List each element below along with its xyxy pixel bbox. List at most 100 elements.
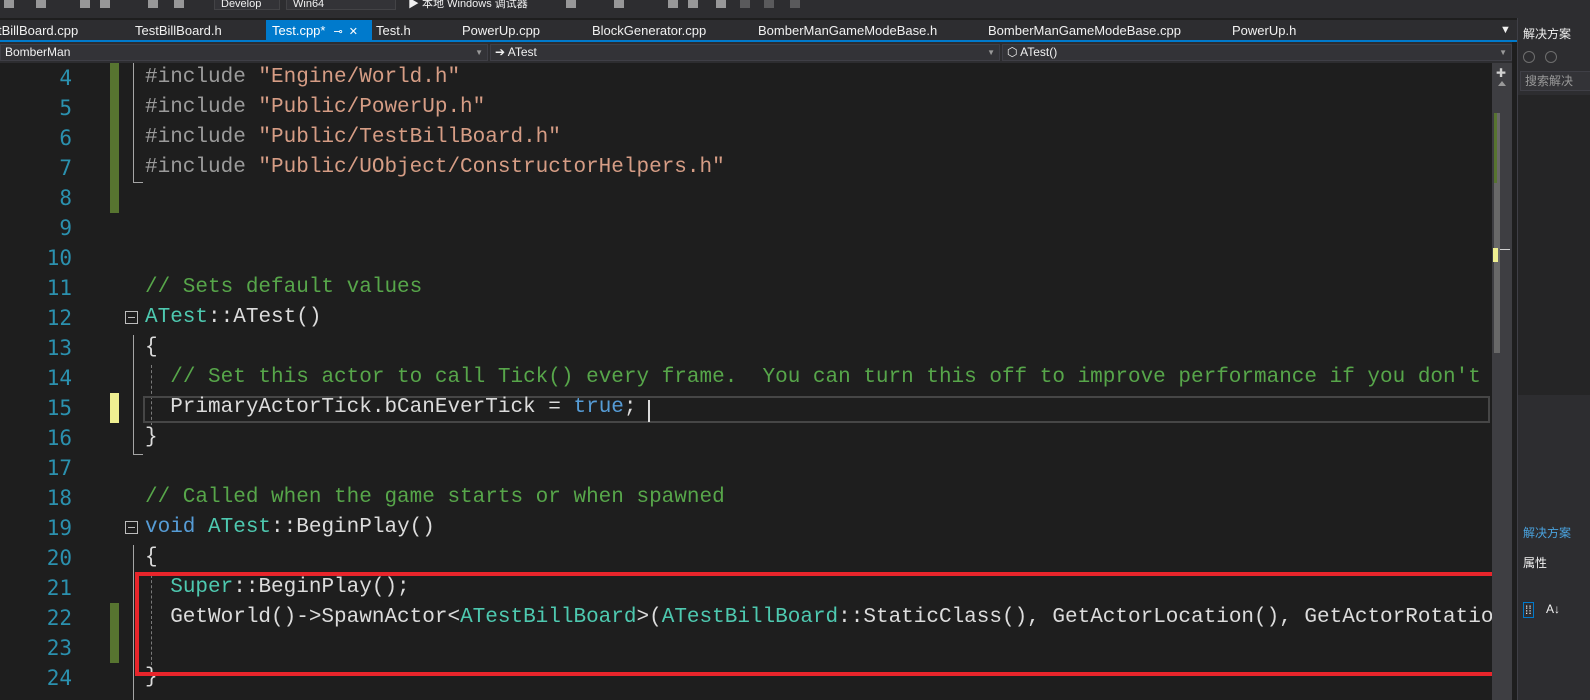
code-line[interactable]: 12 ATest::ATest() <box>0 303 1492 333</box>
code-token: () <box>409 516 435 539</box>
line-number: 4 <box>59 66 72 90</box>
code-text: // Called when the game starts or when s… <box>145 483 725 513</box>
solution-explorer-tab[interactable]: 解决方案 <box>1523 524 1571 541</box>
code-token: #include <box>145 126 259 149</box>
platform-dropdown[interactable]: Win64 <box>286 0 396 10</box>
indent-icon[interactable] <box>668 0 678 8</box>
line-number: 24 <box>46 666 72 690</box>
code-line[interactable]: 15 PrimaryActorTick.bCanEverTick = true; <box>0 393 1492 423</box>
redo-icon[interactable] <box>174 0 184 8</box>
tab-test-h[interactable]: Test.h <box>376 20 411 40</box>
properties-title: 属性 <box>1523 556 1548 570</box>
code-line[interactable]: 11 // Sets default values <box>0 273 1492 303</box>
code-line[interactable]: 17 <box>0 453 1492 483</box>
pin-icon[interactable]: ⊸ <box>333 26 342 38</box>
bookmark-next-icon[interactable] <box>764 0 774 8</box>
bookmark-icon[interactable] <box>716 0 726 8</box>
scope-dropdown[interactable]: ➔ ATest ▼ <box>490 44 1000 61</box>
code-line[interactable]: 14 // Set this actor to call Tick() ever… <box>0 363 1506 393</box>
tab-testbillboard-cpp[interactable]: tBillBoard.cpp <box>0 20 78 40</box>
code-line[interactable]: 10 <box>0 243 1492 273</box>
tab-testbillboard-h[interactable]: TestBillBoard.h <box>135 20 222 40</box>
line-number: 10 <box>46 246 72 270</box>
code-text: } <box>145 423 158 453</box>
member-dropdown[interactable]: ⬡ ATest() ▼ <box>1002 44 1512 61</box>
line-number: 17 <box>46 456 72 480</box>
change-marker <box>110 183 119 213</box>
code-line[interactable]: 9 <box>0 213 1492 243</box>
line-number: 16 <box>46 426 72 450</box>
code-line[interactable]: 19 void ATest::BeginPlay() <box>0 513 1492 543</box>
vertical-scrollbar[interactable]: ✚ <box>1492 63 1512 700</box>
solution-tree[interactable] <box>1518 95 1590 395</box>
code-token: #include <box>145 96 259 119</box>
forward-icon[interactable] <box>1545 51 1557 63</box>
collapse-outline-icon[interactable] <box>125 521 138 534</box>
solution-search-input[interactable]: 搜索解决 <box>1520 71 1590 91</box>
scroll-up-icon[interactable] <box>1498 81 1506 86</box>
code-line[interactable]: 8 <box>0 183 1492 213</box>
tab-bombermangamemodebase-h[interactable]: BomberManGameModeBase.h <box>758 20 937 40</box>
code-text: #include "Public/TestBillBoard.h" <box>145 123 561 153</box>
back-icon[interactable] <box>1523 51 1535 63</box>
save-icon[interactable] <box>80 0 90 8</box>
start-debugging-button[interactable]: ▶ 本地 Windows 调试器 <box>402 0 552 10</box>
tab-powerup-h[interactable]: PowerUp.h <box>1232 20 1296 40</box>
code-text: #include "Engine/World.h" <box>145 63 460 93</box>
line-number: 14 <box>46 366 72 390</box>
split-window-icon[interactable]: ✚ <box>1496 66 1506 80</box>
outdent-icon[interactable] <box>688 0 698 8</box>
attach-icon[interactable] <box>566 0 576 8</box>
code-token: "Public/TestBillBoard.h" <box>258 126 561 149</box>
code-line[interactable]: 16} <box>0 423 1492 453</box>
line-number: 6 <box>59 126 72 150</box>
code-token: ATest <box>208 516 272 539</box>
find-icon[interactable] <box>614 0 624 8</box>
undo-icon[interactable] <box>148 0 158 8</box>
code-token: ATest <box>233 306 297 329</box>
code-line[interactable]: 5 #include "Public/PowerUp.h" <box>0 93 1492 123</box>
change-marker <box>110 603 119 633</box>
code-text: #include "Public/UObject/ConstructorHelp… <box>145 153 725 183</box>
code-token: // Called when the game starts or when s… <box>145 486 725 509</box>
code-token: :: <box>271 516 297 539</box>
code-token: :: <box>208 306 234 329</box>
categorized-icon[interactable]: ⁞⁞ <box>1523 602 1534 618</box>
code-editor[interactable]: 4 #include "Engine/World.h" 5 #include "Pub… <box>0 63 1512 700</box>
code-text: void ATest::BeginPlay() <box>145 513 435 543</box>
tab-test-cpp[interactable]: Test.cpp* ⊸ ✕ <box>266 20 372 40</box>
project-dropdown[interactable]: BomberMan ▼ <box>0 44 488 61</box>
code-token: #include <box>145 156 259 179</box>
new-project-icon[interactable] <box>4 0 14 8</box>
document-tab-bar: tBillBoard.cpp TestBillBoard.h Test.cpp*… <box>0 20 1520 42</box>
line-number: 11 <box>46 276 72 300</box>
line-number: 22 <box>46 606 72 630</box>
navigation-bar: BomberMan ▼ ➔ ATest ▼ ⬡ ATest() ▼ <box>0 42 1512 63</box>
code-line[interactable]: 18 // Called when the game starts or when… <box>0 483 1492 513</box>
code-line[interactable]: 7 #include "Public/UObject/ConstructorHel… <box>0 153 1492 183</box>
tab-blockgenerator-cpp[interactable]: BlockGenerator.cpp <box>592 20 706 40</box>
line-number: 21 <box>46 576 72 600</box>
code-token: void <box>145 516 209 539</box>
tab-powerup-cpp[interactable]: PowerUp.cpp <box>462 20 540 40</box>
sort-alpha-icon[interactable]: A↓ <box>1546 602 1560 616</box>
code-text: { <box>145 543 158 573</box>
line-number: 7 <box>59 156 72 180</box>
line-number: 13 <box>46 336 72 360</box>
unsaved-change-marker <box>110 393 119 423</box>
code-line[interactable]: 4 #include "Engine/World.h" <box>0 63 1492 93</box>
configuration-dropdown[interactable]: Develop <box>214 0 280 10</box>
bookmark-prev-icon[interactable] <box>740 0 750 8</box>
close-icon[interactable]: ✕ <box>349 26 358 38</box>
chevron-down-icon: ▼ <box>475 48 483 57</box>
code-line[interactable]: 13 { <box>0 333 1492 363</box>
code-token: () <box>296 306 322 329</box>
open-icon[interactable] <box>36 0 46 8</box>
tab-bombermangamemodebase-cpp[interactable]: BomberManGameModeBase.cpp <box>988 20 1181 40</box>
code-line[interactable]: 20 { <box>0 543 1492 573</box>
save-all-icon[interactable] <box>100 0 110 8</box>
collapse-outline-icon[interactable] <box>125 311 138 324</box>
code-line[interactable]: 6 #include "Public/TestBillBoard.h" <box>0 123 1492 153</box>
bookmark-clear-icon[interactable] <box>790 0 800 8</box>
tab-overflow-dropdown[interactable]: ▼ <box>1500 20 1511 40</box>
